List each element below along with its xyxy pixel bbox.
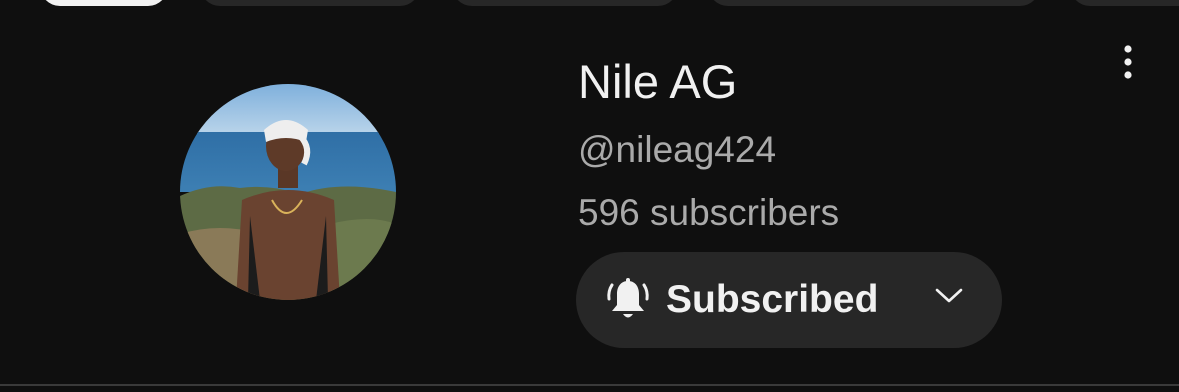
chevron-down-icon bbox=[935, 288, 963, 303]
divider bbox=[0, 384, 1179, 386]
filter-chip-bar bbox=[0, 0, 1179, 10]
subscriber-count: 596 subscribers bbox=[578, 192, 840, 233]
channel-handle: @nileag424 bbox=[578, 129, 777, 170]
bell-ringing-icon bbox=[607, 278, 649, 318]
subscribed-label: Subscribed bbox=[666, 278, 879, 321]
more-vert-icon[interactable] bbox=[1108, 42, 1148, 82]
subscribed-button[interactable]: Subscribed bbox=[576, 252, 1002, 348]
filter-chip[interactable] bbox=[708, 0, 1040, 6]
channel-name[interactable]: Nile AG bbox=[578, 50, 737, 114]
filter-chip[interactable] bbox=[452, 0, 678, 6]
filter-chip[interactable] bbox=[1070, 0, 1179, 6]
channel-avatar[interactable] bbox=[180, 84, 396, 300]
filter-chip[interactable] bbox=[40, 0, 168, 6]
filter-chip[interactable] bbox=[200, 0, 420, 6]
